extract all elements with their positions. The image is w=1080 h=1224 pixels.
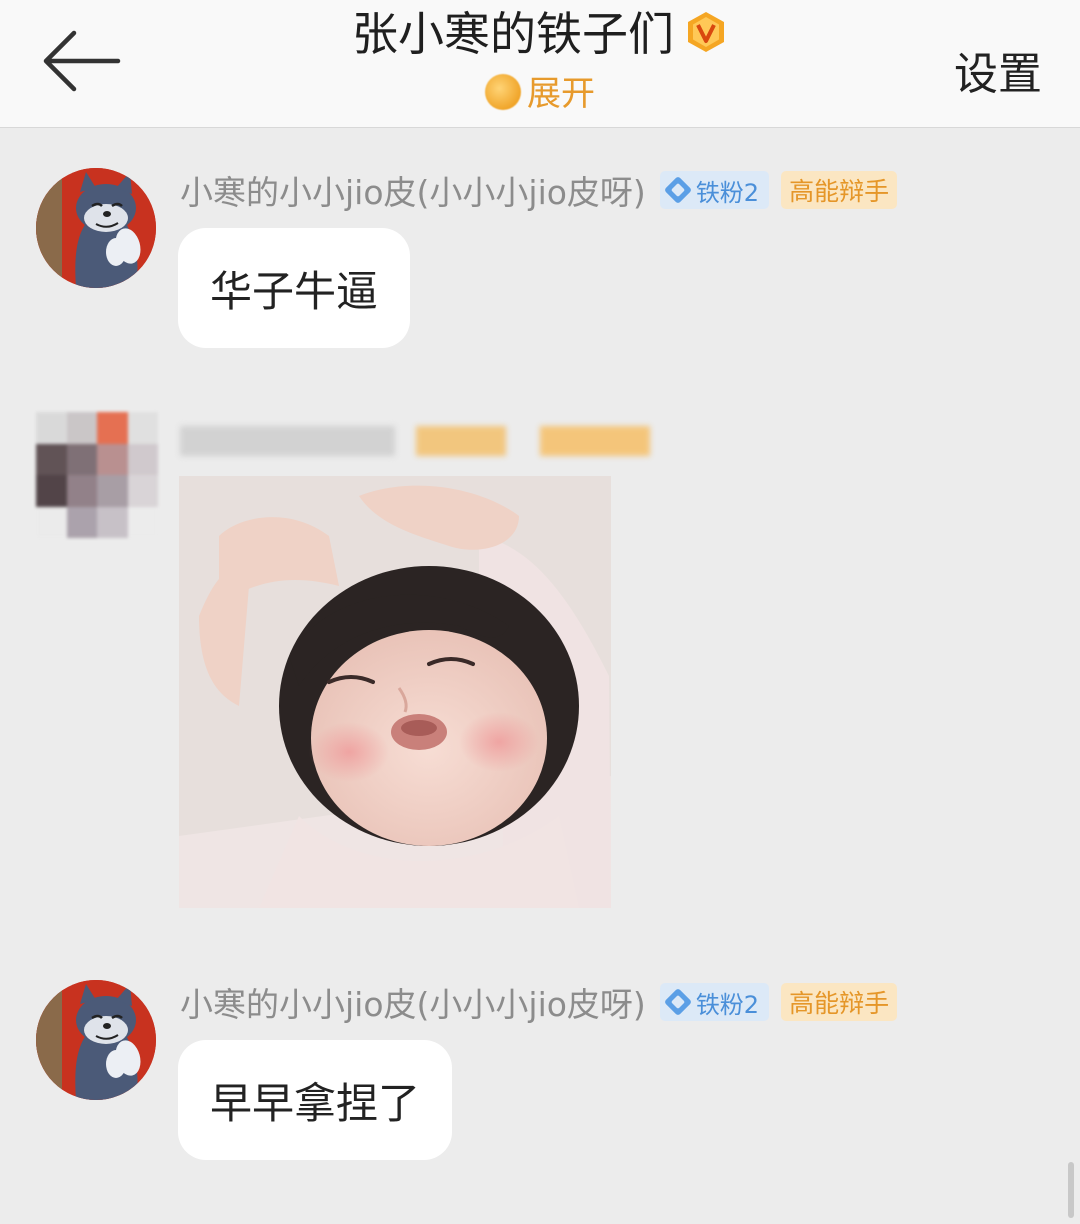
username[interactable]: 小寒的小小jio皮(小小小jio皮呀) [180,166,646,214]
scrollbar[interactable] [1068,1162,1074,1218]
title-badge: 高能辩手 [781,171,898,209]
v-badge-icon [688,12,724,52]
tom-cat-avatar[interactable] [36,980,156,1100]
blurred-badge [416,426,506,456]
blurred-badge [540,426,650,456]
expand-label: 展开 [527,74,595,114]
fan-group-icon [485,74,521,110]
fan-level-label: 铁粉2 [695,178,760,207]
baby-photo-sticker[interactable] [179,476,611,908]
message-header: 小寒的小小jio皮(小小小jio皮呀) 铁粉2 高能辩手 [180,978,898,1026]
blurred-name-row [180,416,700,466]
fan-level-badge: 铁粉2 [659,983,770,1021]
expand-toggle[interactable]: 展开 [0,70,1080,118]
group-title: 张小寒的铁子们 [0,4,1080,64]
blurred-username [180,426,395,456]
title-badge: 高能辩手 [781,983,898,1021]
message-header: 小寒的小小jio皮(小小小jio皮呀) 铁粉2 高能辩手 [180,166,898,214]
fan-level-label: 铁粉2 [695,990,760,1019]
fan-level-badge: 铁粉2 [659,171,770,209]
tom-cat-avatar[interactable] [36,168,156,288]
group-title-text: 张小寒的铁子们 [352,7,674,61]
chat-page: 张小寒的铁子们 展开 设置 小寒的小小jio皮(小小小jio皮呀) 铁粉2 高能… [0,0,1080,1224]
message-bubble[interactable]: 早早拿捏了 [178,1040,453,1160]
settings-button[interactable]: 设置 [954,38,1042,102]
username[interactable]: 小寒的小小jio皮(小小小jio皮呀) [180,978,646,1026]
chat-header: 张小寒的铁子们 展开 设置 [0,0,1080,128]
blurred-avatar[interactable] [36,412,158,538]
diamond-icon [663,987,692,1017]
message-bubble[interactable]: 华子牛逼 [178,228,411,348]
diamond-icon [663,175,692,205]
